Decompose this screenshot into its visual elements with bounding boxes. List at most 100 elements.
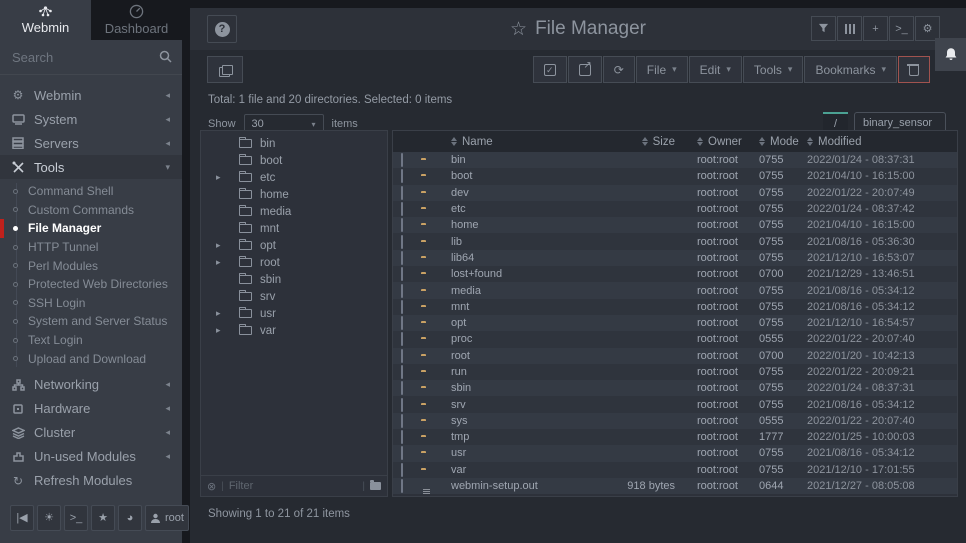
row-checkbox[interactable] xyxy=(401,251,403,265)
file-name[interactable]: lib64 xyxy=(451,252,589,264)
file-name[interactable]: tmp xyxy=(451,431,589,443)
row-checkbox[interactable] xyxy=(401,316,403,330)
table-row[interactable]: home root:root 0755 2021/04/10 - 16:15:0… xyxy=(393,217,957,233)
file-name[interactable]: run xyxy=(451,366,589,378)
table-row[interactable]: lib64 root:root 0755 2021/12/10 - 16:53:… xyxy=(393,250,957,266)
submenu-item[interactable]: Protected Web Directories xyxy=(0,275,182,294)
tree-item[interactable]: ▸ etc xyxy=(201,169,387,186)
row-checkbox[interactable] xyxy=(401,169,403,183)
table-row[interactable]: usr root:root 0755 2021/08/16 - 05:34:12 xyxy=(393,445,957,461)
table-row[interactable]: root root:root 0700 2022/01/20 - 10:42:1… xyxy=(393,348,957,364)
tree-caret-icon[interactable]: ▸ xyxy=(216,172,221,183)
row-checkbox[interactable] xyxy=(401,235,403,249)
column-header-name[interactable]: Name xyxy=(451,136,589,148)
favorites-button[interactable]: ★ xyxy=(91,505,115,531)
table-row[interactable]: boot root:root 0755 2021/04/10 - 16:15:0… xyxy=(393,168,957,184)
submenu-item[interactable]: Command Shell xyxy=(0,182,182,201)
tab-dashboard[interactable]: Dashboard xyxy=(91,0,182,40)
row-checkbox[interactable] xyxy=(401,365,403,379)
filter-button[interactable] xyxy=(811,16,836,41)
table-row[interactable]: mnt root:root 0755 2021/08/16 - 05:34:12 xyxy=(393,299,957,315)
submenu-item[interactable]: Text Login xyxy=(0,331,182,350)
row-checkbox[interactable] xyxy=(401,202,403,216)
file-name[interactable]: sbin xyxy=(451,382,589,394)
row-checkbox[interactable] xyxy=(401,218,403,232)
sidebar-item-webmin[interactable]: ⚙ Webmin ◂ xyxy=(0,83,182,107)
table-row[interactable]: proc root:root 0555 2022/01/22 - 20:07:4… xyxy=(393,331,957,347)
sidebar-item-refresh-modules[interactable]: ↻ Refresh Modules xyxy=(0,469,182,493)
file-name[interactable]: opt xyxy=(451,317,589,329)
table-row[interactable]: opt root:root 0755 2021/12/10 - 16:54:57 xyxy=(393,315,957,331)
theme-brightness-button[interactable]: ☀ xyxy=(37,505,61,531)
sidebar-item-unused-modules[interactable]: Un-used Modules ◂ xyxy=(0,445,182,469)
file-name[interactable]: lost+found xyxy=(451,268,589,280)
sidebar-item-networking[interactable]: Networking ◂ xyxy=(0,373,182,397)
submenu-item[interactable]: SSH Login xyxy=(0,294,182,313)
help-button[interactable]: ? xyxy=(207,15,237,43)
row-checkbox[interactable] xyxy=(401,267,403,281)
row-checkbox[interactable] xyxy=(401,414,403,428)
row-checkbox[interactable] xyxy=(401,153,403,167)
file-name[interactable]: bin xyxy=(451,154,589,166)
file-name[interactable]: srv xyxy=(451,399,589,411)
tree-item[interactable]: ▸ root xyxy=(201,254,387,271)
table-row[interactable]: etc root:root 0755 2022/01/24 - 08:37:42 xyxy=(393,201,957,217)
file-name[interactable]: boot xyxy=(451,170,589,182)
tree-item[interactable]: ▸ usr xyxy=(201,305,387,322)
file-name[interactable]: etc xyxy=(451,203,589,215)
user-button[interactable]: root xyxy=(145,505,189,531)
table-row[interactable]: sys root:root 0555 2022/01/22 - 20:07:40 xyxy=(393,413,957,429)
columns-button[interactable] xyxy=(837,16,862,41)
table-row[interactable]: tmp root:root 1777 2022/01/25 - 10:00:03 xyxy=(393,429,957,445)
submenu-item[interactable]: File Manager xyxy=(0,219,182,238)
file-name[interactable]: sys xyxy=(451,415,589,427)
theme-palette-button[interactable]: ◕ xyxy=(118,505,142,531)
row-checkbox[interactable] xyxy=(401,430,403,444)
submenu-item[interactable]: Custom Commands xyxy=(0,201,182,220)
tree-caret-icon[interactable]: ▸ xyxy=(216,240,221,251)
row-checkbox[interactable] xyxy=(401,479,403,493)
submenu-item[interactable]: Perl Modules xyxy=(0,256,182,275)
file-name[interactable]: media xyxy=(451,285,589,297)
tree-item[interactable]: ▸ bin xyxy=(201,135,387,152)
row-checkbox[interactable] xyxy=(401,446,403,460)
tools-menu-button[interactable]: Tools ▾ xyxy=(743,56,804,83)
bookmarks-menu-button[interactable]: Bookmarks ▾ xyxy=(804,56,897,83)
row-checkbox[interactable] xyxy=(401,349,403,363)
file-name[interactable]: var xyxy=(451,464,589,476)
tree-caret-icon[interactable]: ▸ xyxy=(216,257,221,268)
submenu-item[interactable]: System and Server Status xyxy=(0,312,182,331)
table-row[interactable]: srv root:root 0755 2021/08/16 - 05:34:12 xyxy=(393,396,957,412)
sidebar-item-cluster[interactable]: Cluster ◂ xyxy=(0,421,182,445)
column-header-mode[interactable]: Mode xyxy=(759,136,807,148)
file-name[interactable]: proc xyxy=(451,333,589,345)
table-row[interactable]: bin root:root 0755 2022/01/24 - 08:37:31 xyxy=(393,152,957,168)
table-row[interactable]: webmin-setup.out 918 bytes root:root 064… xyxy=(393,478,957,494)
file-name[interactable]: lib xyxy=(451,236,589,248)
file-name[interactable]: root xyxy=(451,350,589,362)
tree-item[interactable]: ▸ home xyxy=(201,186,387,203)
tree-item[interactable]: ▸ media xyxy=(201,203,387,220)
tree-filter-input[interactable] xyxy=(229,480,358,492)
tree-caret-icon[interactable]: ▸ xyxy=(216,308,221,319)
tree-item[interactable]: ▸ mnt xyxy=(201,220,387,237)
terminal-button[interactable]: >_ xyxy=(64,505,88,531)
table-row[interactable]: var root:root 0755 2021/12/10 - 17:01:55 xyxy=(393,462,957,478)
table-row[interactable]: lost+found root:root 0700 2021/12/29 - 1… xyxy=(393,266,957,282)
file-name[interactable]: dev xyxy=(451,187,589,199)
sidebar-item-system[interactable]: System ◂ xyxy=(0,107,182,131)
collapse-sidebar-button[interactable]: |◀ xyxy=(10,505,34,531)
table-row[interactable]: media root:root 0755 2021/08/16 - 05:34:… xyxy=(393,282,957,298)
row-checkbox[interactable] xyxy=(401,381,403,395)
column-header-owner[interactable]: Owner xyxy=(679,136,759,148)
file-name[interactable]: usr xyxy=(451,447,589,459)
column-header-size[interactable]: Size xyxy=(589,136,679,148)
tree-item[interactable]: ▸ sbin xyxy=(201,271,387,288)
row-checkbox[interactable] xyxy=(401,186,403,200)
search-input[interactable] xyxy=(0,50,182,65)
refresh-button[interactable]: ⟳ xyxy=(603,56,635,83)
tree-item[interactable]: ▸ srv xyxy=(201,288,387,305)
column-header-modified[interactable]: Modified xyxy=(807,136,957,148)
row-checkbox[interactable] xyxy=(401,300,403,314)
tree-item[interactable]: ▸ var xyxy=(201,322,387,339)
